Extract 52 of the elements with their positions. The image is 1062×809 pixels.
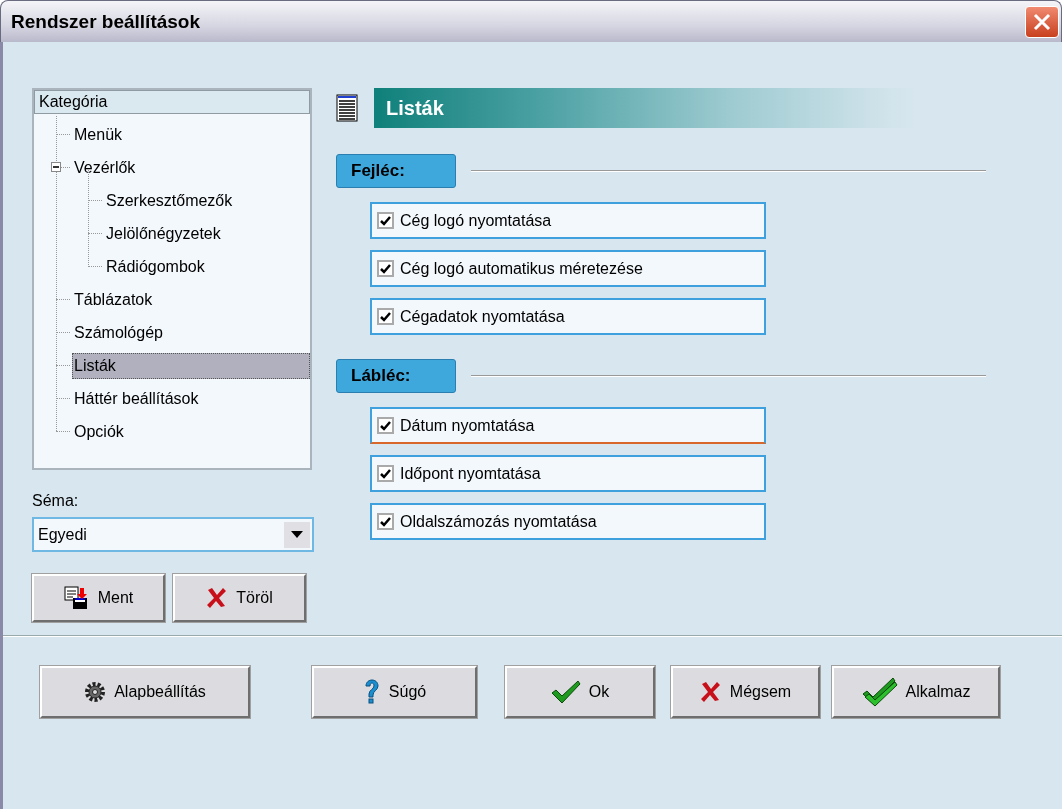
- check-icon: [550, 680, 581, 704]
- checkbox[interactable]: [377, 417, 394, 434]
- list-icon: [336, 94, 358, 122]
- tree-item[interactable]: Táblázatok: [72, 286, 158, 313]
- apply-button[interactable]: Alkalmaz: [832, 666, 1000, 718]
- cross-icon: [206, 587, 229, 609]
- checkbox-label: Dátum nyomtatása: [400, 416, 535, 435]
- tree-item[interactable]: Vezérlők: [72, 154, 141, 181]
- double-check-icon: [861, 677, 898, 707]
- defaults-button[interactable]: Alapbeállítás: [40, 666, 250, 718]
- tree-item[interactable]: Jelölőnégyzetek: [104, 220, 226, 247]
- checkbox-row[interactable]: Cégadatok nyomtatása: [370, 298, 766, 335]
- checkbox[interactable]: [377, 212, 394, 229]
- checkbox[interactable]: [377, 308, 394, 325]
- checkbox-label: Cég logó automatikus méretezése: [400, 259, 643, 278]
- tree-item[interactable]: Menük: [72, 121, 128, 148]
- checkbox-label: Cégadatok nyomtatása: [400, 307, 565, 326]
- cancel-button[interactable]: Mégsem: [671, 666, 820, 718]
- checkbox-label: Időpont nyomtatása: [400, 464, 541, 483]
- window-title: Rendszer beállítások: [11, 10, 201, 33]
- gear-icon: [84, 681, 107, 703]
- question-mark-icon: [362, 679, 381, 705]
- ok-button[interactable]: Ok: [505, 666, 655, 718]
- checkbox[interactable]: [377, 260, 394, 277]
- group-label: Lábléc:: [336, 359, 456, 393]
- help-button[interactable]: Súgó: [312, 666, 477, 718]
- checkbox-label: Oldalszámozás nyomtatása: [400, 512, 597, 531]
- cross-icon: [699, 681, 722, 703]
- checkbox-label: Cég logó nyomtatása: [400, 211, 552, 230]
- close-button[interactable]: [1025, 5, 1059, 38]
- checkbox[interactable]: [377, 513, 394, 530]
- group-label: Fejléc:: [336, 154, 456, 188]
- tree-item[interactable]: Opciók: [72, 418, 129, 445]
- checkbox-row[interactable]: Oldalszámozás nyomtatása: [370, 503, 766, 540]
- field-label: Séma:: [32, 492, 80, 510]
- checkbox[interactable]: [377, 465, 394, 482]
- save-button[interactable]: Ment: [32, 574, 165, 622]
- collapse-toggle-icon[interactable]: [51, 162, 61, 172]
- dropdown[interactable]: Egyedi: [32, 517, 314, 552]
- tree-item[interactable]: Szerkesztőmezők: [104, 187, 238, 214]
- checkbox-row[interactable]: Cég logó nyomtatása: [370, 202, 766, 239]
- tree-item[interactable]: Listák: [72, 352, 310, 379]
- tree-item[interactable]: Számológép: [72, 319, 168, 346]
- checkbox-row[interactable]: Időpont nyomtatása: [370, 455, 766, 492]
- tree-item[interactable]: Rádiógombok: [104, 253, 210, 280]
- delete-button[interactable]: Töröl: [173, 574, 306, 622]
- column-header[interactable]: Kategória: [34, 90, 310, 114]
- close-icon: [1033, 12, 1051, 31]
- checkbox-row[interactable]: Cég logó automatikus méretezése: [370, 250, 766, 287]
- save-icon: [63, 586, 90, 610]
- tree-item[interactable]: Háttér beállítások: [72, 385, 204, 412]
- checkbox-row[interactable]: Dátum nyomtatása: [370, 407, 766, 444]
